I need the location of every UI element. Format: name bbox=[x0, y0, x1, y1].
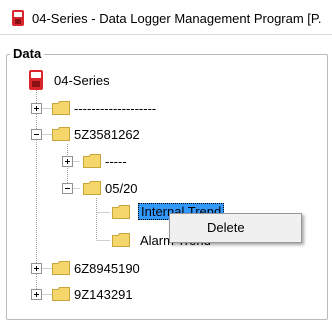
tree-node-6z8945190[interactable]: 6Z8945190 bbox=[30, 258, 230, 278]
logger-tree: 04-Series ------------------- 5Z3581262 … bbox=[0, 0, 332, 323]
tree-node-unnamed-logger[interactable]: ------------------- bbox=[30, 98, 230, 118]
folder-icon bbox=[52, 101, 70, 115]
folder-icon bbox=[83, 154, 101, 168]
tree-node-label: 9Z143291 bbox=[74, 287, 133, 302]
folder-icon bbox=[52, 287, 70, 301]
expand-plus-icon[interactable] bbox=[62, 156, 73, 167]
tree-node-05-20[interactable]: 05/20 bbox=[61, 178, 211, 198]
tree-node-label: 05/20 bbox=[105, 181, 138, 196]
expand-plus-icon[interactable] bbox=[31, 103, 42, 114]
tree-node-5z3581262[interactable]: 5Z3581262 bbox=[30, 124, 230, 144]
folder-icon bbox=[52, 261, 70, 275]
tree-node-label: ----- bbox=[105, 154, 127, 169]
collapse-minus-icon[interactable] bbox=[31, 129, 42, 140]
tree-node-label: 6Z8945190 bbox=[74, 261, 140, 276]
folder-icon bbox=[52, 127, 70, 141]
folder-icon bbox=[112, 205, 130, 219]
tree-root-node[interactable]: 04-Series bbox=[26, 70, 226, 90]
expand-plus-icon[interactable] bbox=[31, 289, 42, 300]
expand-plus-icon[interactable] bbox=[31, 263, 42, 274]
tree-node-9z143291[interactable]: 9Z143291 bbox=[30, 284, 230, 304]
application-window: 04-Series - Data Logger Management Progr… bbox=[0, 0, 332, 323]
tree-root-label: 04-Series bbox=[54, 73, 110, 88]
tree-node-label: 5Z3581262 bbox=[74, 127, 140, 142]
folder-icon bbox=[83, 181, 101, 195]
tree-node-label: ------------------- bbox=[74, 101, 157, 116]
context-menu-delete[interactable]: Delete bbox=[171, 215, 300, 241]
logger-device-icon bbox=[29, 70, 43, 90]
collapse-minus-icon[interactable] bbox=[62, 183, 73, 194]
context-menu-delete-label: Delete bbox=[207, 220, 245, 235]
tree-node-unnamed-group[interactable]: ----- bbox=[61, 151, 211, 171]
context-menu: Delete bbox=[169, 213, 302, 243]
folder-icon bbox=[112, 233, 130, 247]
